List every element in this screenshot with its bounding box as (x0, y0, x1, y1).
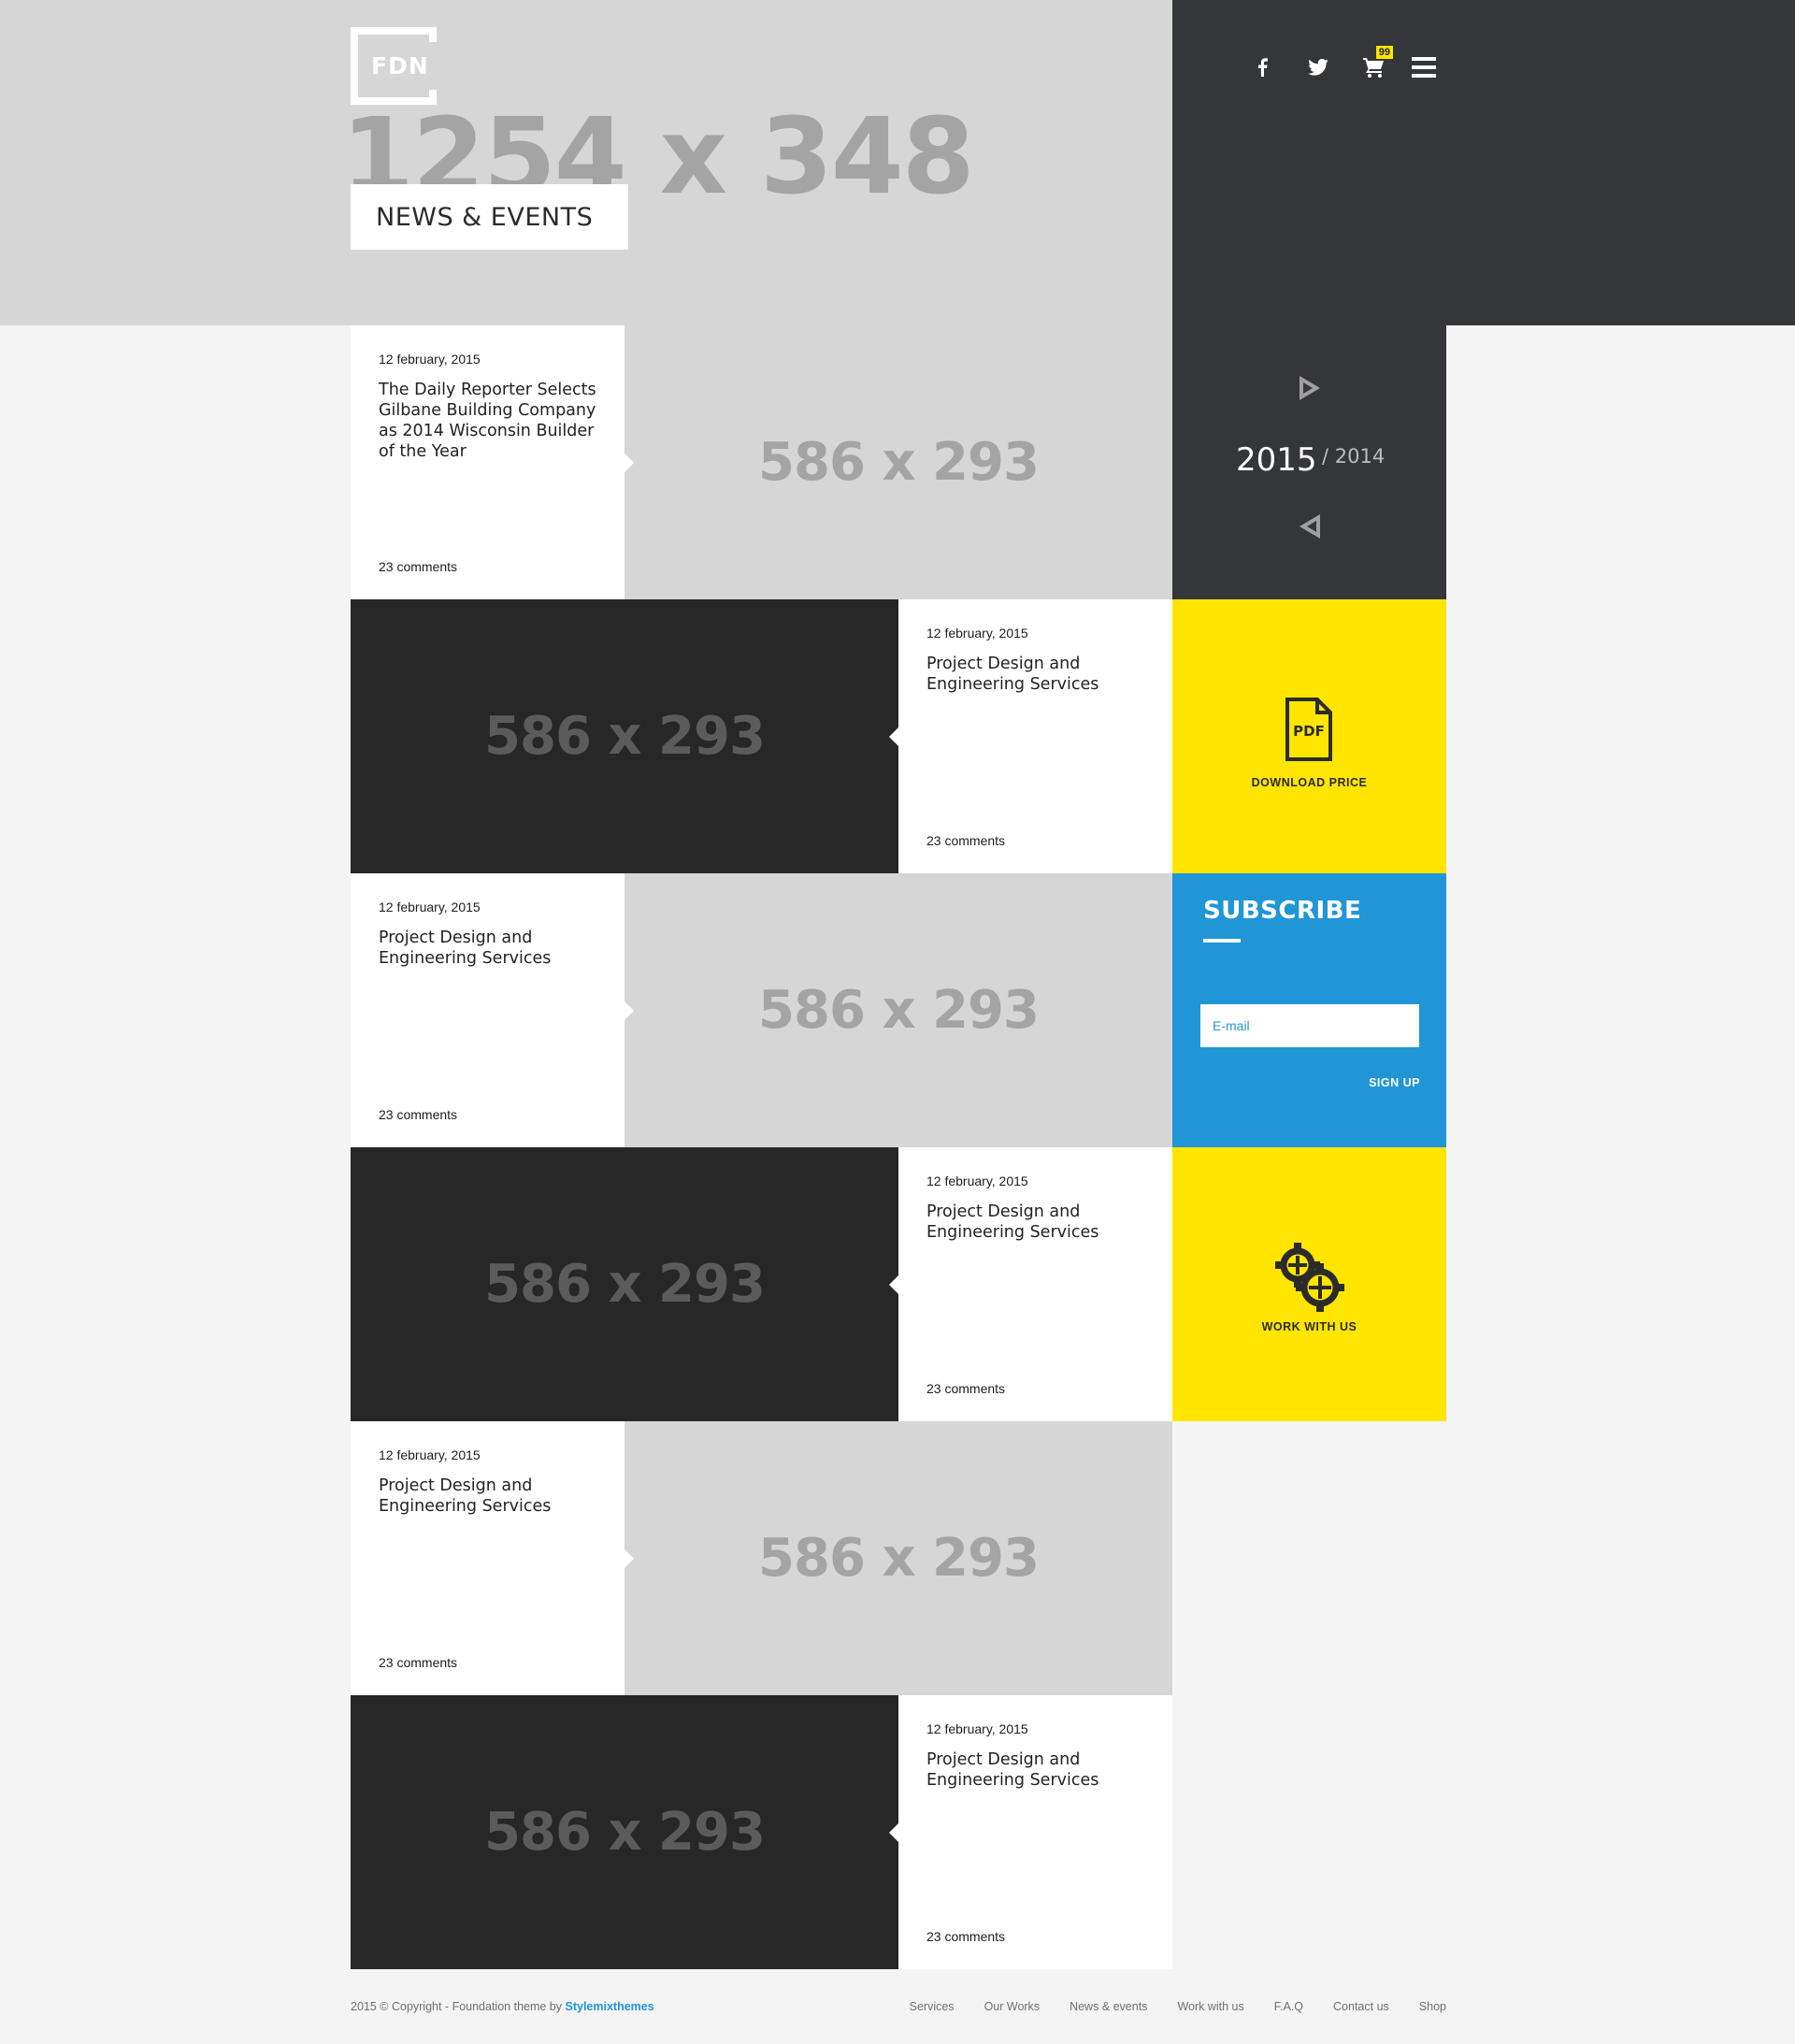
download-price-label[interactable]: DOWNLOAD PRICE (1172, 776, 1446, 789)
twitter-icon[interactable] (1300, 49, 1337, 86)
next-year-arrow-icon[interactable] (1300, 376, 1320, 400)
news-title[interactable]: Project Design and Engineering Services (379, 928, 596, 969)
site-logo[interactable]: FDN (351, 27, 437, 105)
news-card[interactable]: 12 february, 2015 The Daily Reporter Sel… (351, 325, 625, 599)
footer-link-work-with-us[interactable]: Work with us (1177, 2000, 1243, 2013)
news-comments[interactable]: 23 comments (926, 1381, 1005, 1396)
download-price-panel[interactable]: PDF DOWNLOAD PRICE (1172, 599, 1446, 873)
news-title[interactable]: Project Design and Engineering Services (926, 1749, 1144, 1791)
cart-count-badge: 99 (1375, 46, 1393, 59)
hero-banner: 1254 x 348 (0, 0, 1172, 325)
card-pointer (889, 727, 898, 746)
subscribe-underline (1203, 939, 1241, 943)
news-title[interactable]: The Daily Reporter Selects Gilbane Build… (379, 380, 596, 462)
work-with-us-panel[interactable]: WORK WITH US (1172, 1147, 1446, 1421)
prev-year-arrow-icon[interactable] (1300, 514, 1320, 539)
work-with-us-label[interactable]: WORK WITH US (1172, 1320, 1446, 1333)
current-year[interactable]: 2015 (1236, 441, 1317, 479)
pdf-icon-label: PDF (1293, 723, 1325, 740)
card-pointer (625, 1001, 634, 1020)
news-image[interactable]: 586 x 293 (625, 1421, 1172, 1695)
news-comments[interactable]: 23 comments (926, 833, 1005, 848)
news-title[interactable]: Project Design and Engineering Services (926, 1202, 1144, 1243)
footer-link-news-events[interactable]: News & events (1070, 2000, 1147, 2013)
news-card[interactable]: 12 february, 2015 Project Design and Eng… (351, 873, 625, 1147)
news-row: 586 x 293 12 february, 2015 Project Desi… (351, 1147, 1172, 1421)
footer-link-shop[interactable]: Shop (1419, 2000, 1446, 2013)
news-image[interactable]: 586 x 293 (351, 1147, 898, 1421)
page-title: NEWS & EVENTS (351, 184, 628, 250)
news-date: 12 february, 2015 (926, 1721, 1028, 1736)
news-comments[interactable]: 23 comments (379, 1107, 457, 1122)
year-switcher: 2015 / 2014 (1172, 325, 1446, 599)
email-field[interactable] (1200, 1004, 1419, 1047)
card-pointer (625, 453, 634, 472)
news-row: 12 february, 2015 Project Design and Eng… (351, 873, 1172, 1147)
menu-bar (1412, 65, 1436, 69)
menu-bar (1412, 74, 1436, 78)
card-pointer (889, 1823, 898, 1842)
news-comments[interactable]: 23 comments (926, 1929, 1005, 1944)
news-image[interactable]: 586 x 293 (351, 1695, 898, 1969)
news-title[interactable]: Project Design and Engineering Services (379, 1475, 596, 1517)
news-card[interactable]: 12 february, 2015 Project Design and Eng… (898, 599, 1172, 873)
news-row: 12 february, 2015 Project Design and Eng… (351, 1421, 1172, 1695)
cart-icon[interactable]: 99 (1356, 46, 1393, 86)
news-date: 12 february, 2015 (379, 900, 481, 914)
pdf-file-icon: PDF (1285, 698, 1332, 761)
card-pointer (889, 1275, 898, 1294)
news-title[interactable]: Project Design and Engineering Services (926, 654, 1144, 695)
copyright-text: 2015 © Copyright - Foundation theme by (351, 2000, 563, 2013)
site-footer: 2015 © Copyright - Foundation theme by S… (351, 1997, 1446, 2016)
subscribe-title: SUBSCRIBE (1203, 897, 1362, 925)
subscribe-panel: SUBSCRIBE SIGN UP (1172, 873, 1446, 1147)
footer-nav: Services Our Works News & events Work wi… (880, 2000, 1446, 2013)
news-image[interactable]: 586 x 293 (625, 873, 1172, 1147)
news-date: 12 february, 2015 (926, 626, 1028, 641)
news-date: 12 february, 2015 (926, 1173, 1028, 1188)
menu-bar (1412, 57, 1436, 61)
hamburger-menu-icon[interactable] (1412, 57, 1436, 78)
sign-up-button[interactable]: SIGN UP (1369, 1076, 1420, 1089)
footer-copyright: 2015 © Copyright - Foundation theme by S… (351, 2000, 654, 2013)
footer-link-contact-us[interactable]: Contact us (1333, 2000, 1389, 2013)
other-year[interactable]: / 2014 (1322, 445, 1385, 468)
news-card[interactable]: 12 february, 2015 Project Design and Eng… (898, 1695, 1172, 1969)
logo-corner (429, 27, 437, 42)
news-comments[interactable]: 23 comments (379, 1655, 457, 1670)
brand-link[interactable]: Stylemixthemes (566, 2000, 654, 2013)
news-date: 12 february, 2015 (379, 1447, 481, 1462)
card-pointer (625, 1549, 634, 1568)
logo-text: FDN (371, 52, 429, 79)
footer-link-our-works[interactable]: Our Works (984, 2000, 1041, 2013)
footer-link-faq[interactable]: F.A.Q (1274, 2000, 1303, 2013)
news-image[interactable]: 586 x 293 (351, 599, 898, 873)
top-navigation: 99 (1243, 46, 1436, 86)
news-image[interactable]: 586 x 293 (625, 325, 1172, 599)
news-row: 586 x 293 12 february, 2015 Project Desi… (351, 599, 1172, 873)
footer-link-services[interactable]: Services (910, 2000, 955, 2013)
news-card[interactable]: 12 february, 2015 Project Design and Eng… (898, 1147, 1172, 1421)
news-date: 12 february, 2015 (379, 352, 481, 367)
news-row: 586 x 293 12 february, 2015 Project Desi… (351, 1695, 1172, 1969)
logo-corner (429, 90, 437, 105)
news-comments[interactable]: 23 comments (379, 559, 457, 574)
gears-icon (1275, 1243, 1344, 1312)
news-row: 12 february, 2015 The Daily Reporter Sel… (351, 325, 1172, 599)
facebook-icon[interactable] (1243, 49, 1281, 86)
news-card[interactable]: 12 february, 2015 Project Design and Eng… (351, 1421, 625, 1695)
